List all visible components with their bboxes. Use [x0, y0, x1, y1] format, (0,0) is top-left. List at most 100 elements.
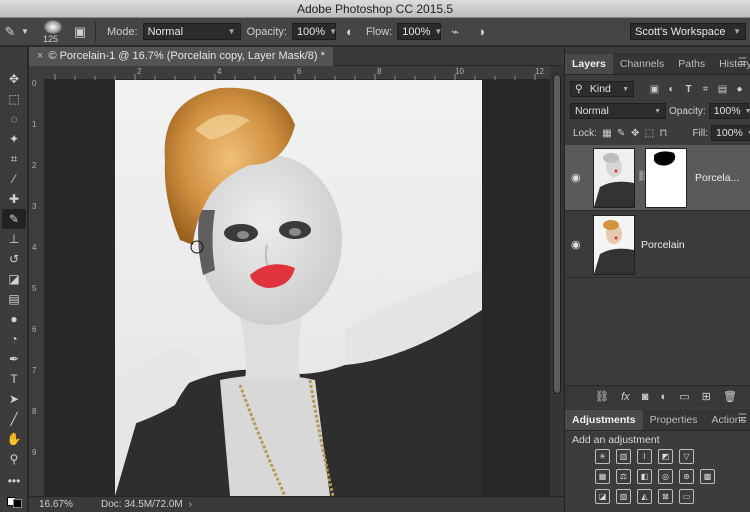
trash-icon[interactable]: 🗑: [723, 390, 737, 403]
layer-row[interactable]: ◉ ⛓ Porcela...: [565, 145, 750, 211]
path-selection-tool-icon[interactable]: ➤: [2, 389, 26, 409]
brush-panel-icon[interactable]: ▣: [70, 22, 90, 42]
opacity-field[interactable]: 100% ▼: [291, 23, 337, 40]
channel-mixer-icon[interactable]: ⊛: [679, 469, 694, 484]
marquee-tool-icon[interactable]: ⬚: [2, 89, 26, 109]
zoom-tool-icon[interactable]: ⚲: [2, 449, 26, 469]
layer-filter-select[interactable]: ⚲ Kind ▼: [570, 81, 634, 97]
lock-all-icon[interactable]: ⊓: [658, 127, 668, 140]
flow-field[interactable]: 100% ▼: [397, 23, 442, 40]
gradient-tool-icon[interactable]: ▤: [2, 289, 26, 309]
horizontal-ruler[interactable]: 2 4 6 8 10 12: [45, 66, 550, 80]
brush-tool-icon[interactable]: ✎: [0, 22, 20, 42]
zoom-level[interactable]: 16.67%: [39, 499, 79, 510]
lock-transparent-icon[interactable]: ▦: [602, 127, 612, 140]
fill-field[interactable]: 100% ▼: [711, 125, 750, 141]
airbrush-icon[interactable]: ⌁: [445, 22, 465, 42]
filter-pixel-icon[interactable]: ▣: [648, 83, 661, 96]
filter-adjustment-icon[interactable]: ◐: [665, 83, 678, 96]
brush-tool-icon[interactable]: ✎: [2, 209, 26, 229]
visibility-eye-icon[interactable]: ◉: [571, 238, 581, 251]
healing-brush-tool-icon[interactable]: ✚: [2, 189, 26, 209]
new-layer-icon[interactable]: ⊞: [702, 390, 711, 403]
layer-name[interactable]: Porcela...: [695, 172, 739, 184]
ruler-origin[interactable]: [29, 66, 45, 80]
pressure-size-icon[interactable]: ◑: [471, 22, 491, 42]
scrollbar-thumb[interactable]: [553, 74, 561, 394]
layer-opacity-field[interactable]: 100% ▼: [708, 103, 750, 119]
workspace-select[interactable]: Scott's Workspace ▼: [630, 23, 746, 40]
magic-wand-tool-icon[interactable]: ✦: [2, 129, 26, 149]
color-lookup-icon[interactable]: ▩: [700, 469, 715, 484]
color-swatches-icon[interactable]: [2, 491, 26, 511]
selective-color-icon[interactable]: ⊠: [658, 489, 673, 504]
black-white-icon[interactable]: ◧: [637, 469, 652, 484]
filter-toggle-icon[interactable]: ●: [733, 83, 746, 96]
panel-menu-icon[interactable]: ☰: [738, 413, 747, 424]
filter-shape-icon[interactable]: ⌗: [699, 83, 712, 96]
canvas-area[interactable]: [45, 80, 550, 497]
layer-thumbnail[interactable]: [593, 215, 635, 275]
photo-filter-icon[interactable]: ◎: [658, 469, 673, 484]
lasso-tool-icon[interactable]: ◌: [2, 109, 26, 129]
curves-icon[interactable]: ⌇: [637, 449, 652, 464]
vertical-scrollbar[interactable]: [550, 66, 564, 496]
link-layers-icon[interactable]: ⛓: [595, 390, 609, 403]
mode-select[interactable]: Normal ▼: [142, 23, 241, 40]
tab-layers[interactable]: Layers: [565, 54, 613, 74]
dodge-tool-icon[interactable]: ◔: [2, 329, 26, 349]
filter-smart-object-icon[interactable]: ▤: [716, 83, 729, 96]
doc-info[interactable]: Doc: 34.5M/72.0M: [101, 499, 183, 510]
invert-icon[interactable]: ◪: [595, 489, 610, 504]
pen-tool-icon[interactable]: ✒: [2, 349, 26, 369]
vibrance-icon[interactable]: ▽: [679, 449, 694, 464]
tab-channels[interactable]: Channels: [613, 54, 671, 74]
tab-adjustments[interactable]: Adjustments: [565, 410, 643, 430]
layer-name[interactable]: Porcelain: [641, 239, 685, 251]
layer-style-fx-icon[interactable]: fx: [621, 391, 630, 403]
tab-properties[interactable]: Properties: [643, 410, 705, 430]
close-icon[interactable]: ×: [37, 50, 43, 62]
chevron-down-icon[interactable]: ▼: [20, 22, 30, 42]
document-tab[interactable]: × © Porcelain-1 @ 16.7% (Porcelain copy,…: [29, 46, 333, 66]
new-adjustment-layer-icon[interactable]: ◐: [660, 391, 667, 403]
move-tool-icon[interactable]: ✥: [2, 69, 26, 89]
document-canvas[interactable]: [45, 80, 550, 497]
new-group-folder-icon[interactable]: ▭: [679, 390, 689, 403]
more-tools-icon[interactable]: •••: [2, 471, 26, 491]
lock-artboard-icon[interactable]: ⬚: [644, 127, 654, 140]
visibility-eye-icon[interactable]: ◉: [571, 171, 581, 184]
tab-paths[interactable]: Paths: [671, 54, 712, 74]
gradient-map-icon[interactable]: ▭: [679, 489, 694, 504]
blend-mode-select[interactable]: Normal ▼: [570, 103, 666, 119]
hand-tool-icon[interactable]: ✋: [2, 429, 26, 449]
exposure-icon[interactable]: ◩: [658, 449, 673, 464]
chevron-right-icon[interactable]: ›: [189, 499, 192, 510]
eraser-tool-icon[interactable]: ◪: [2, 269, 26, 289]
blur-tool-icon[interactable]: ●: [2, 309, 26, 329]
history-brush-tool-icon[interactable]: ↺: [2, 249, 26, 269]
threshold-icon[interactable]: ◭: [637, 489, 652, 504]
layer-mask-thumbnail[interactable]: [645, 148, 687, 208]
line-tool-icon[interactable]: ╱: [2, 409, 26, 429]
vertical-ruler[interactable]: 0 1 2 3 4 5 6 7 8 9: [29, 79, 45, 496]
hue-saturation-icon[interactable]: ▦: [595, 469, 610, 484]
layer-row[interactable]: ◉ Porcelain: [565, 212, 750, 278]
crop-tool-icon[interactable]: ⌗: [2, 149, 26, 169]
type-tool-icon[interactable]: T: [2, 369, 26, 389]
eyedropper-tool-icon[interactable]: ⁄: [2, 169, 26, 189]
panel-menu-icon[interactable]: ☰: [738, 57, 747, 68]
clone-stamp-tool-icon[interactable]: ⊥: [2, 229, 26, 249]
layer-thumbnail[interactable]: [593, 148, 635, 208]
pressure-opacity-icon[interactable]: ◐: [340, 22, 360, 42]
filter-type-icon[interactable]: T: [682, 83, 695, 96]
brightness-icon[interactable]: ☀: [595, 449, 610, 464]
brush-preset-picker[interactable]: 125: [38, 19, 68, 45]
lock-image-icon[interactable]: ✎: [616, 127, 626, 140]
add-mask-icon[interactable]: ◙: [642, 391, 649, 403]
posterize-icon[interactable]: ▨: [616, 489, 631, 504]
ruler-ticks: 0 1 2 3 4 5 6 7 8 9: [32, 79, 37, 457]
color-balance-icon[interactable]: ⚖: [616, 469, 631, 484]
lock-position-icon[interactable]: ✥: [630, 127, 640, 140]
levels-icon[interactable]: ▥: [616, 449, 631, 464]
